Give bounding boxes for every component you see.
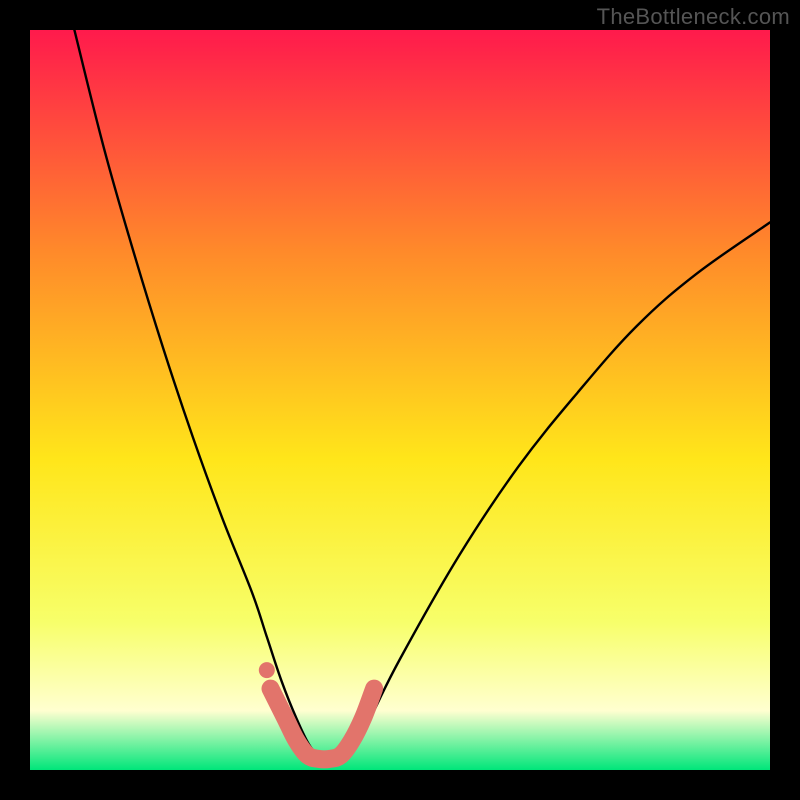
- plot-area: [30, 30, 770, 770]
- marker-dot: [266, 688, 282, 704]
- chart-svg: [30, 30, 770, 770]
- marker-dot: [259, 662, 275, 678]
- watermark-credit: TheBottleneck.com: [597, 4, 790, 30]
- chart-frame: TheBottleneck.com: [0, 0, 800, 800]
